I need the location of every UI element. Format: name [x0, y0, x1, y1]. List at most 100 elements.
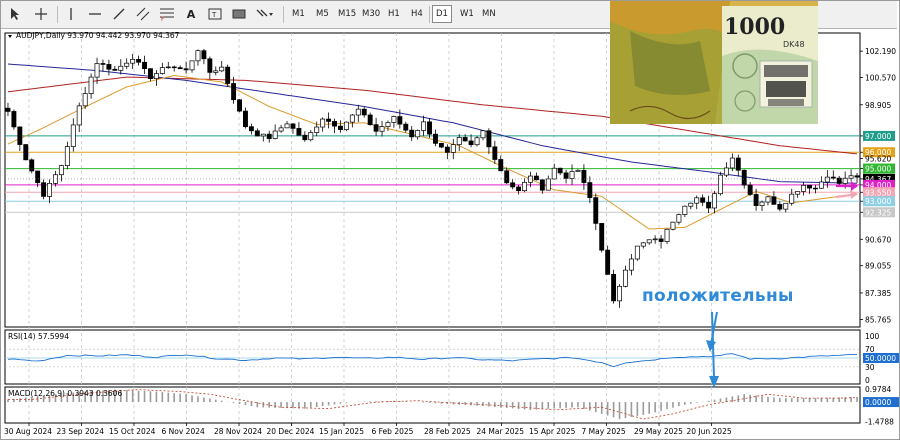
candle-body	[676, 214, 682, 223]
candle-body	[314, 126, 320, 133]
candle-body	[82, 93, 88, 107]
candle-body	[575, 170, 581, 172]
price-axis-label: 98.905	[865, 101, 891, 110]
candle-body	[290, 123, 296, 129]
macd-axis-label: 0.0000	[865, 398, 891, 407]
date-axis-label: 15 Apr 2025	[529, 427, 576, 436]
date-axis-label: 28 Nov 2024	[214, 427, 262, 436]
candle-body	[450, 144, 456, 153]
date-axis-label: 29 May 2025	[634, 427, 683, 436]
price-axis-label: 95.000	[865, 165, 891, 174]
price-axis-label: 87.385	[865, 289, 891, 298]
candle-body	[468, 140, 474, 146]
rsi-pane	[4, 329, 861, 385]
candle-body	[302, 134, 308, 141]
candle-body	[35, 170, 41, 184]
candle-body	[700, 197, 706, 203]
candle-body	[670, 221, 676, 230]
candle-body	[308, 132, 314, 141]
candle-body	[830, 176, 836, 179]
date-axis-label: 20 Jun 2025	[687, 427, 732, 436]
rsi-label: RSI(14) 57.5994	[8, 332, 69, 341]
candle-body	[718, 174, 723, 195]
candle-body	[165, 66, 171, 69]
candle-body	[266, 133, 272, 139]
candle-body	[854, 175, 860, 178]
candle-body	[349, 114, 355, 123]
candle-body	[444, 146, 450, 153]
rsi-axis-label: 50.0000	[865, 354, 896, 363]
candle-body	[729, 157, 735, 169]
candle-body	[557, 167, 563, 174]
price-axis-label: 93.550	[865, 188, 891, 197]
price-axis-label: 89.055	[865, 262, 891, 271]
candle-body	[355, 108, 361, 116]
candle-body	[213, 70, 219, 73]
candle-body	[409, 129, 415, 138]
candle-body	[379, 126, 385, 132]
candle-body	[159, 67, 165, 74]
candle-body	[813, 187, 818, 190]
candle-body	[5, 107, 11, 112]
candle-body	[385, 122, 391, 128]
candle-body	[771, 196, 777, 205]
candle-body	[646, 239, 652, 244]
candle-body	[142, 61, 147, 69]
candle-body	[611, 274, 617, 302]
candle-body	[106, 64, 112, 70]
candle-body	[189, 60, 195, 71]
date-axis-label: 23 Sep 2024	[57, 427, 105, 436]
candle-body	[634, 245, 640, 260]
rsi-axis-label: 0	[865, 376, 870, 385]
candle-body	[807, 184, 812, 189]
candle-body	[486, 130, 492, 148]
candle-body	[682, 205, 688, 215]
price-axis-label: 93.000	[865, 197, 891, 206]
candle-body	[94, 63, 100, 78]
candle-body	[504, 170, 510, 184]
date-axis-label: 28 Feb 2025	[424, 427, 471, 436]
candle-body	[403, 123, 409, 131]
date-axis-label: 7 May 2025	[582, 427, 626, 436]
candle-body	[70, 124, 76, 147]
candle-body	[427, 121, 432, 135]
candle-body	[640, 242, 646, 247]
rsi-axis-label: 30	[865, 363, 875, 372]
candle-body	[522, 181, 527, 192]
candle-body	[664, 228, 670, 242]
candle-body	[343, 121, 349, 130]
annotation-label: положительны	[642, 286, 794, 306]
candle-body	[320, 118, 326, 128]
candle-body	[391, 116, 397, 123]
date-axis-label: 24 Mar 2025	[477, 427, 525, 436]
candle-body	[23, 144, 29, 161]
candle-body	[795, 191, 801, 195]
candle-body	[100, 63, 106, 65]
price-axis-label: 92.325	[865, 208, 891, 217]
candle-body	[545, 178, 551, 191]
symbol-info-label: AUDJPY,Daily 93.970 94.442 93.970 94.367	[16, 31, 180, 40]
candle-body	[474, 137, 480, 146]
candle-body	[373, 124, 379, 132]
candle-body	[421, 121, 427, 131]
candle-body	[658, 238, 664, 242]
candle-body	[438, 143, 444, 148]
candle-body	[747, 184, 753, 195]
candle-body	[783, 202, 789, 210]
candle-body	[824, 176, 830, 183]
candle-body	[225, 66, 231, 84]
candle-body	[367, 114, 373, 125]
date-axis-label: 6 Feb 2025	[372, 427, 414, 436]
candle-body	[112, 68, 118, 71]
candle-body	[456, 137, 462, 145]
candle-body	[29, 159, 35, 172]
candle-body	[397, 116, 403, 125]
candle-body	[510, 182, 516, 188]
candle-body	[183, 68, 189, 71]
candle-body	[272, 130, 278, 139]
candle-body	[76, 105, 82, 126]
candle-body	[759, 201, 765, 206]
candle-body	[219, 66, 225, 72]
date-axis-label: 6 Nov 2024	[162, 427, 205, 436]
candle-body	[254, 130, 260, 137]
